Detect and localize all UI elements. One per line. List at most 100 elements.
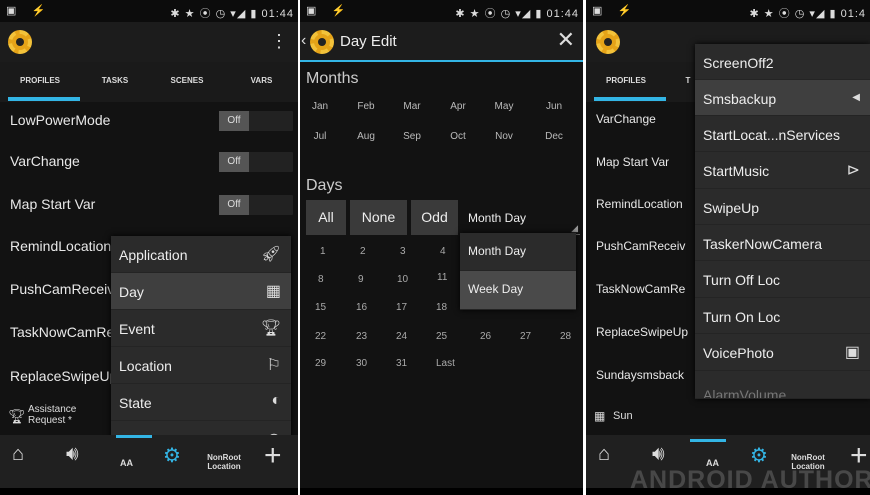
profile-toggle[interactable]: Off bbox=[219, 195, 293, 215]
day-number[interactable]: 18 bbox=[436, 302, 447, 313]
menu-item-screenoff2[interactable]: ScreenOff2 bbox=[695, 44, 870, 80]
assistance-row[interactable]: 🏆︎ Assistance Request * bbox=[0, 400, 110, 434]
settings-gear-icon[interactable]: ⚙ bbox=[163, 443, 181, 468]
month-cell[interactable]: Sep bbox=[392, 131, 432, 142]
status-time: 01:44 bbox=[261, 8, 294, 20]
menu-item-day[interactable]: Day ▦ bbox=[111, 273, 291, 310]
aa-button[interactable]: AA bbox=[120, 459, 133, 468]
menu-item-turn-off-loc[interactable]: Turn Off Loc bbox=[695, 261, 870, 298]
menu-item-voicephoto[interactable]: VoicePhoto ▣ bbox=[695, 334, 870, 371]
month-cell[interactable]: Feb bbox=[346, 101, 386, 112]
day-number[interactable]: 22 bbox=[315, 331, 326, 342]
toggle-label: Off bbox=[219, 111, 249, 131]
month-cell[interactable]: Dec bbox=[534, 131, 574, 142]
dropdown-value: Month Day bbox=[468, 211, 527, 225]
menu-item-location[interactable]: Location ⚐ bbox=[111, 347, 291, 384]
home-icon[interactable]: ⌂ bbox=[598, 443, 610, 466]
tab-profiles[interactable]: PROFILES bbox=[10, 76, 70, 85]
tab-scenes[interactable]: SCENES bbox=[157, 76, 217, 85]
volume-icon[interactable]: 🔊︎ bbox=[652, 443, 665, 466]
toolbar-indicator bbox=[690, 439, 726, 442]
menu-item-application[interactable]: Application 🚀︎ bbox=[111, 236, 291, 273]
day-number[interactable]: 3 bbox=[400, 246, 406, 257]
menu-item-swipeup[interactable]: SwipeUp bbox=[695, 189, 870, 225]
profile-toggle[interactable]: Off bbox=[219, 111, 293, 131]
day-number[interactable]: 9 bbox=[358, 274, 364, 285]
profile-row[interactable]: Map Start Var Off bbox=[0, 184, 298, 225]
day-type-dropdown[interactable]: Month Day ◢ bbox=[464, 200, 580, 235]
month-cell[interactable]: Oct bbox=[438, 131, 478, 142]
month-cell[interactable]: Aug bbox=[346, 131, 386, 142]
nonroot-location-label[interactable]: NonRoot Location bbox=[202, 453, 246, 471]
menu-item-state[interactable]: State ◐ bbox=[111, 384, 291, 421]
day-number[interactable]: 2 bbox=[360, 246, 366, 257]
profile-row[interactable]: VarChange Off bbox=[0, 141, 298, 182]
month-cell[interactable]: Jun bbox=[534, 101, 574, 112]
menu-item-startlocationservices[interactable]: StartLocat...nServices bbox=[695, 116, 870, 152]
settings-gear-icon[interactable]: ⚙ bbox=[750, 443, 768, 468]
day-edit-screen: ▣ ⚡ ✱ ★ ⦿ ◷ ▾◢ ▮ 01:44 ‹ Day Edit ✕ Mont… bbox=[300, 0, 583, 495]
day-number[interactable]: 11 bbox=[437, 272, 447, 283]
page-title: Day Edit bbox=[340, 33, 397, 50]
option-week-day[interactable]: Week Day bbox=[460, 271, 576, 310]
day-number[interactable]: 10 bbox=[397, 274, 408, 285]
add-icon[interactable]: + bbox=[264, 439, 282, 473]
profile-row[interactable]: LowPowerMode Off bbox=[0, 100, 298, 141]
menu-item-alarmvolume[interactable]: AlarmVolume bbox=[695, 371, 870, 399]
month-cell[interactable]: Apr bbox=[438, 101, 478, 112]
none-button[interactable]: None bbox=[350, 200, 407, 235]
profile-toggle[interactable]: Off bbox=[219, 152, 293, 172]
day-number[interactable]: Last bbox=[436, 358, 455, 369]
trophy-icon: 🏆︎ bbox=[260, 320, 281, 337]
tab-bar: PROFILES TASKS SCENES VARS bbox=[0, 62, 298, 102]
menu-item-taskernowcamera[interactable]: TaskerNowCamera bbox=[695, 225, 870, 261]
tab-vars[interactable]: VARS bbox=[234, 76, 289, 85]
overflow-menu-icon[interactable]: ⋮ bbox=[270, 32, 288, 50]
notification-icons: ▣ ⚡ bbox=[6, 5, 52, 17]
day-number[interactable]: 8 bbox=[318, 274, 324, 285]
tasker-logo-icon bbox=[8, 30, 32, 54]
profile-name: TaskNowCamRe bbox=[596, 282, 686, 296]
status-time: 01:4 bbox=[840, 8, 866, 20]
day-number[interactable]: 29 bbox=[315, 358, 326, 369]
menu-item-event[interactable]: Event 🏆︎ bbox=[111, 310, 291, 347]
day-number[interactable]: 4 bbox=[440, 246, 446, 257]
sun-row[interactable]: ▦ Sun bbox=[586, 404, 686, 432]
day-number[interactable]: 25 bbox=[436, 331, 447, 342]
day-number[interactable]: 16 bbox=[356, 302, 367, 313]
menu-item-startmusic[interactable]: StartMusic ⊳ bbox=[695, 152, 870, 189]
day-number[interactable]: 24 bbox=[396, 331, 407, 342]
status-bar: ▣ ⚡ ✱ ★ ⦿ ◷ ▾◢ ▮ 01:4 bbox=[586, 0, 870, 22]
day-number[interactable]: 27 bbox=[520, 331, 531, 342]
day-number[interactable]: 15 bbox=[315, 302, 326, 313]
home-icon[interactable]: ⌂ bbox=[12, 443, 24, 466]
status-bar: ▣ ⚡ ✱ ★ ⦿ ◷ ▾◢ ▮ 01:44 bbox=[0, 0, 298, 22]
month-cell[interactable]: May bbox=[484, 101, 524, 112]
toolbar-indicator bbox=[116, 435, 152, 438]
month-cell[interactable]: Jan bbox=[300, 101, 340, 112]
status-right: ✱ ★ ⦿ ◷ ▾◢ ▮ 01:4 bbox=[749, 8, 866, 20]
option-month-day[interactable]: Month Day bbox=[460, 233, 576, 271]
day-number[interactable]: 30 bbox=[356, 358, 367, 369]
profile-name: ReplaceSwipeUp bbox=[10, 368, 118, 384]
day-number[interactable]: 31 bbox=[396, 358, 407, 369]
tab-tasks[interactable]: TASKS bbox=[85, 76, 145, 85]
menu-item-smsbackup[interactable]: Smsbackup ◀ bbox=[695, 80, 870, 116]
back-chevron-icon[interactable]: ‹ bbox=[301, 32, 306, 50]
volume-icon[interactable]: 🔊︎ bbox=[66, 443, 79, 466]
month-cell[interactable]: Mar bbox=[392, 101, 432, 112]
day-number[interactable]: 23 bbox=[356, 331, 367, 342]
month-cell[interactable]: Jul bbox=[300, 131, 340, 142]
calendar-icon: ▦ bbox=[265, 283, 281, 300]
menu-item-turn-on-loc[interactable]: Turn On Loc bbox=[695, 298, 870, 334]
close-icon[interactable]: ✕ bbox=[557, 27, 575, 53]
day-number[interactable]: 17 bbox=[396, 302, 407, 313]
odd-button[interactable]: Odd bbox=[411, 200, 458, 235]
all-button[interactable]: All bbox=[306, 200, 346, 235]
tab-profiles[interactable]: PROFILES bbox=[596, 76, 656, 85]
day-number[interactable]: 28 bbox=[560, 331, 571, 342]
month-cell[interactable]: Nov bbox=[484, 131, 524, 142]
day-number[interactable]: 1 bbox=[320, 246, 326, 257]
day-number[interactable]: 26 bbox=[480, 331, 491, 342]
system-nav-bar bbox=[0, 488, 298, 495]
